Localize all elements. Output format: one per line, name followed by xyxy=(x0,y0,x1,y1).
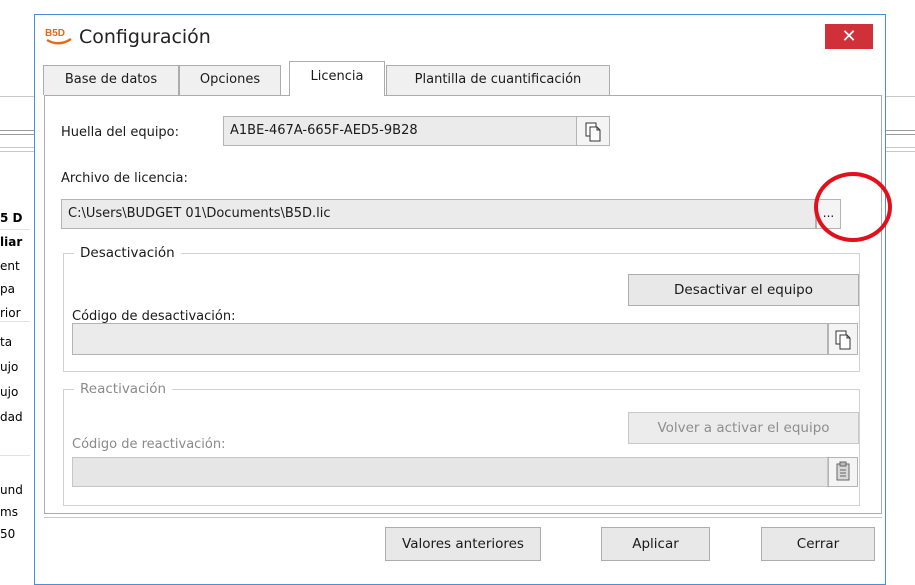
reactivation-code-label: Código de reactivación: xyxy=(72,437,226,452)
copy-deactivation-code-button[interactable] xyxy=(828,323,858,355)
bg-divider xyxy=(886,96,915,97)
reactivation-code-field[interactable] xyxy=(72,457,828,487)
paste-icon xyxy=(836,461,850,481)
copy-icon xyxy=(835,330,851,350)
bg-table-cell: liar xyxy=(0,235,23,249)
bg-table-cell: ta xyxy=(0,335,13,349)
reactivate-device-button[interactable]: Volver a activar el equipo xyxy=(628,412,859,444)
deactivation-group-title: Desactivación xyxy=(74,244,181,262)
close-window-button[interactable]: ✕ xyxy=(825,24,873,49)
fingerprint-label: Huella del equipo: xyxy=(61,125,180,140)
svg-text:B5D: B5D xyxy=(45,28,65,39)
bg-divider xyxy=(0,134,34,135)
annotation-ring xyxy=(814,172,892,242)
configuration-dialog: B5D Configuración ✕ Base de datos Opcion… xyxy=(34,14,886,585)
tab-plantilla-cuantificacion[interactable]: Plantilla de cuantificación xyxy=(386,65,610,95)
bg-divider xyxy=(886,151,915,152)
footer-separator xyxy=(44,517,882,518)
bg-table-cell: pa xyxy=(0,282,15,296)
deactivation-code-field[interactable] xyxy=(72,323,828,355)
reactivation-group: Reactivación Código de reactivación: Vol… xyxy=(63,380,860,506)
deactivate-device-button[interactable]: Desactivar el equipo xyxy=(628,274,859,306)
bg-divider xyxy=(886,134,915,135)
bg-divider xyxy=(886,147,915,148)
dialog-title: Configuración xyxy=(79,26,211,48)
bg-row-line xyxy=(0,455,30,456)
bg-table-cell: 5 D xyxy=(0,211,23,225)
paste-reactivation-code-button[interactable] xyxy=(828,457,858,487)
tab-opciones[interactable]: Opciones xyxy=(179,65,281,95)
bg-row-line xyxy=(0,229,30,230)
bg-table-cell: ms xyxy=(0,505,18,519)
bg-table-cell: dad xyxy=(0,410,23,424)
bg-divider xyxy=(0,151,34,152)
apply-button[interactable]: Aplicar xyxy=(601,527,710,561)
bg-table-cell: ujo xyxy=(0,385,19,399)
close-icon: ✕ xyxy=(841,26,857,47)
copy-fingerprint-button[interactable] xyxy=(576,116,610,146)
bg-table-cell: ujo xyxy=(0,360,19,374)
bg-divider xyxy=(0,147,34,148)
title-bar[interactable]: B5D Configuración ✕ xyxy=(35,15,885,59)
bg-row-line xyxy=(0,321,30,322)
bg-table-cell: 50 xyxy=(0,527,16,541)
bg-divider xyxy=(0,130,34,131)
license-file-field[interactable]: C:\Users\BUDGET 01\Documents\B5D.lic xyxy=(61,199,816,229)
bg-table-cell: und xyxy=(0,483,23,497)
bg-divider xyxy=(886,130,915,131)
close-button[interactable]: Cerrar xyxy=(761,527,875,561)
tab-base-de-datos[interactable]: Base de datos xyxy=(43,65,179,95)
b5d-logo-icon: B5D xyxy=(45,28,72,45)
license-file-label: Archivo de licencia: xyxy=(61,171,188,186)
bg-table-cell: rior xyxy=(0,306,21,320)
bg-divider xyxy=(0,96,34,97)
bg-table-cell: ent xyxy=(0,259,20,273)
deactivation-group: Desactivación Código de desactivación: D… xyxy=(63,244,860,372)
tab-licencia[interactable]: Licencia xyxy=(289,61,385,96)
license-panel: Huella del equipo: A1BE-467A-665F-AED5-9… xyxy=(44,95,882,514)
reactivation-group-title: Reactivación xyxy=(74,380,173,398)
restore-previous-values-button[interactable]: Valores anteriores xyxy=(385,527,541,561)
copy-icon xyxy=(585,122,601,142)
fingerprint-field[interactable]: A1BE-467A-665F-AED5-9B28 xyxy=(223,116,578,146)
